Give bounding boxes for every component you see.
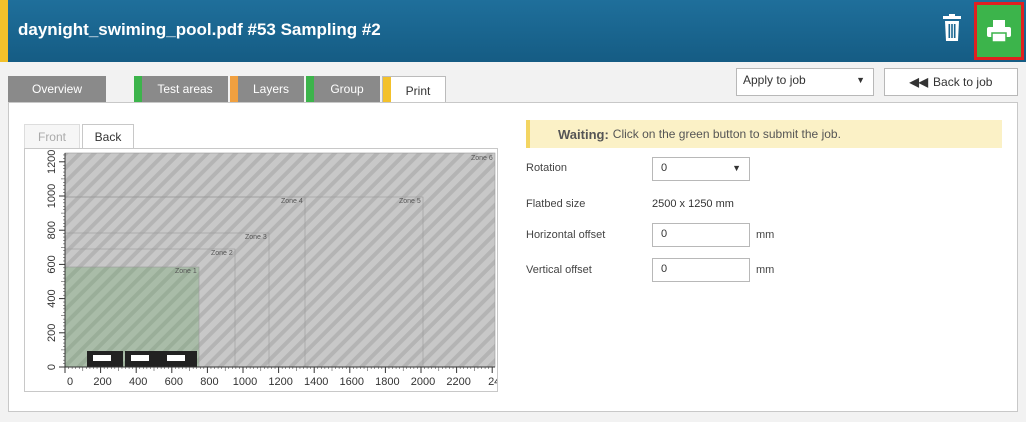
- chevron-down-icon: ▼: [732, 163, 741, 173]
- zone-label: Zone 1: [175, 268, 197, 275]
- y-tick-label: 1000: [46, 184, 58, 208]
- vertical-offset-label: Vertical offset: [526, 264, 592, 276]
- vertical-offset-value: 0: [661, 263, 668, 275]
- zone-label: Zone 5: [399, 198, 421, 205]
- tab-label: Print: [405, 83, 431, 98]
- flatbed-size-label: Flatbed size: [526, 198, 586, 210]
- x-tick-label: 200: [93, 376, 111, 388]
- x-tick-label: 1000: [233, 376, 257, 388]
- tab-label: Test areas: [157, 82, 213, 96]
- tab-group[interactable]: Group: [306, 76, 380, 102]
- tab-print[interactable]: Print: [382, 76, 446, 104]
- x-tick-label: 400: [129, 376, 147, 388]
- x-axis-ruler: 0 200 400 600 800 1000 1200 1400 1600 1800 2000 220…: [64, 367, 497, 388]
- horizontal-offset-label: Horizontal offset: [526, 229, 606, 241]
- double-arrow-left-icon: ◀◀: [909, 75, 929, 89]
- y-tick-label: 400: [46, 289, 58, 307]
- tab-flag: [230, 76, 238, 102]
- zone-label: Zone 6: [471, 155, 493, 162]
- y-tick-label: 1200: [46, 150, 58, 174]
- x-tick-label: 2000: [411, 376, 435, 388]
- tab-flag: [134, 76, 142, 102]
- horizontal-offset-value: 0: [661, 228, 668, 240]
- print-submit-button[interactable]: [974, 2, 1024, 60]
- flatbed-size-value: 2500 x 1250 mm: [652, 198, 734, 210]
- x-tick-label: 800: [200, 376, 218, 388]
- back-button-label: Back to job: [933, 75, 993, 89]
- apply-select-value: Apply to job: [743, 73, 806, 87]
- tab-label: Overview: [31, 82, 82, 96]
- chevron-down-icon: ▼: [856, 75, 865, 85]
- x-tick-label: 1600: [340, 376, 364, 388]
- back-to-job-button[interactable]: ◀◀ Back to job: [884, 68, 1018, 96]
- tab-overview[interactable]: Overview: [8, 76, 106, 102]
- y-tick-label: 600: [46, 255, 58, 273]
- rotation-value: 0: [661, 162, 668, 174]
- horizontal-offset-unit: mm: [756, 229, 775, 241]
- x-tick-label: 600: [165, 376, 183, 388]
- x-tick-label: 1800: [375, 376, 399, 388]
- sample-thumbnails: [87, 351, 197, 367]
- tab-flag: [306, 76, 314, 102]
- x-tick-label: 2200: [446, 376, 470, 388]
- tab-label: Layers: [252, 82, 290, 96]
- apply-to-job-select[interactable]: Apply to job ▼: [736, 68, 874, 96]
- printer-icon: [987, 20, 1011, 43]
- zone-label: Zone 3: [245, 234, 267, 241]
- trash-icon[interactable]: [940, 14, 964, 42]
- x-tick-label: 0: [67, 376, 73, 388]
- horizontal-offset-input[interactable]: 0: [652, 223, 750, 247]
- zone-label: Zone 2: [211, 250, 233, 257]
- vertical-offset-input[interactable]: 0: [652, 258, 750, 282]
- y-axis-ruler: 0 200 400 600 800 1000 1200: [46, 150, 65, 370]
- status-notice: Waiting: Click on the green button to su…: [526, 120, 1002, 148]
- notice-message: Click on the green button to submit the …: [612, 127, 841, 141]
- page-title: daynight_swiming_pool.pdf #53 Sampling #…: [18, 20, 381, 39]
- tab-back[interactable]: Back: [82, 124, 134, 148]
- tab-test-areas[interactable]: Test areas: [134, 76, 228, 102]
- flatbed-preview[interactable]: Zone 1 Zone 2 Zone 3 Zone 4 Zone 5 Zone …: [24, 148, 498, 392]
- y-tick-label: 0: [46, 364, 58, 370]
- x-tick-label: 1200: [268, 376, 292, 388]
- y-tick-label: 800: [46, 221, 58, 239]
- title-bar: daynight_swiming_pool.pdf #53 Sampling #…: [0, 0, 1026, 62]
- rotation-select[interactable]: 0 ▼: [652, 157, 750, 181]
- x-tick-label: 1400: [304, 376, 328, 388]
- tab-layers[interactable]: Layers: [230, 76, 304, 102]
- front-tab-label: Front: [37, 129, 66, 144]
- tab-front[interactable]: Front: [24, 124, 80, 148]
- tab-flag: [383, 77, 391, 104]
- notice-status: Waiting:: [558, 126, 609, 142]
- header-accent-bar: [0, 0, 8, 62]
- vertical-offset-unit: mm: [756, 264, 775, 276]
- x-tick-label: 24: [488, 376, 497, 388]
- rotation-label: Rotation: [526, 162, 567, 174]
- zone-label: Zone 4: [281, 198, 303, 205]
- y-tick-label: 200: [46, 324, 58, 342]
- back-tab-label: Back: [94, 129, 122, 144]
- tab-label: Group: [330, 82, 364, 96]
